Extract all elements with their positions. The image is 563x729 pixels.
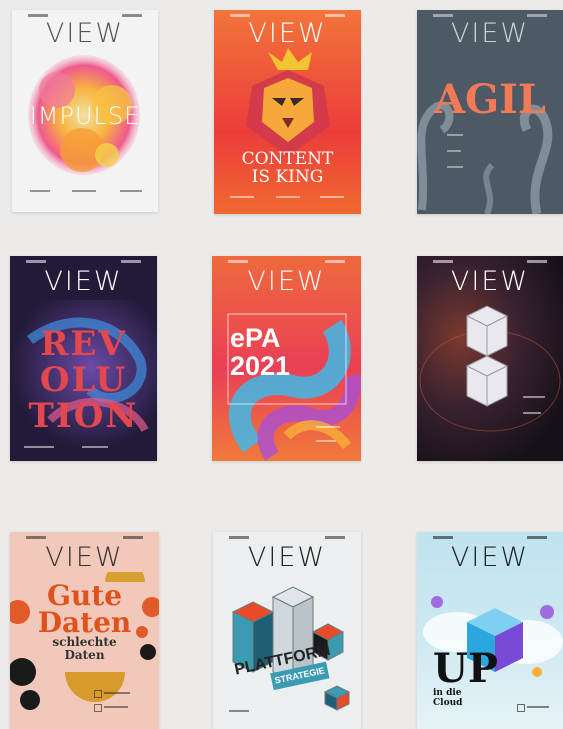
side-text: [447, 134, 463, 136]
issue-meta: [229, 536, 249, 539]
cover-headline: REV OLU TION: [10, 326, 157, 434]
teaser-icon: [94, 690, 102, 698]
headline-line: Daten: [37, 606, 132, 639]
magazine-cover-impulse[interactable]: VIEW IMPULSE: [12, 10, 158, 212]
issue-meta: [527, 536, 547, 539]
magazine-cover-revolution[interactable]: VIEW REV OLU TION: [10, 256, 157, 461]
brand-logo: VIEW: [450, 542, 530, 573]
magazine-cover-content-is-king[interactable]: VIEW CONTENT IS KING: [214, 10, 361, 214]
headline-line: UP: [433, 645, 498, 692]
magazine-cover-plattform-strategie[interactable]: VIEW PLATTFORM STRATEGIE: [213, 532, 361, 729]
cover-headline: Gute Daten schlechte Daten: [10, 582, 159, 662]
magazine-cover-gute-daten[interactable]: VIEW Gute Daten schlechte Daten: [10, 532, 159, 729]
footer-text: [24, 446, 54, 448]
brand-logo: VIEW: [247, 266, 326, 297]
magazine-cover-up-in-die-cloud[interactable]: VIEW UP in die Cloud: [417, 532, 563, 729]
issue-meta: [28, 14, 48, 17]
headline-line: IS KING: [251, 167, 324, 187]
side-text: [447, 166, 463, 168]
lion-illustration: [246, 48, 330, 156]
side-text: [527, 706, 549, 708]
side-text: [104, 692, 130, 694]
headline-line: REV: [40, 324, 127, 364]
headline-line: 2021: [230, 351, 291, 381]
issue-meta: [433, 14, 453, 17]
footer-text: [230, 196, 254, 198]
issue-meta: [433, 536, 453, 539]
footer-text: [320, 196, 344, 198]
brand-logo: VIEW: [450, 18, 530, 49]
headline-line: Gute: [46, 579, 123, 612]
footer-text: [30, 190, 50, 192]
brand-logo: VIEW: [247, 542, 327, 573]
side-text: [104, 706, 128, 708]
side-text: [523, 396, 545, 398]
issue-meta: [26, 260, 46, 263]
cover-headline: CONTENT IS KING: [214, 150, 361, 186]
issue-meta: [527, 14, 547, 17]
cover-headline: 2020: [417, 366, 563, 377]
issue-meta: [325, 14, 345, 17]
magazine-cover-epa-2021[interactable]: VIEW ePA 2021: [212, 256, 361, 461]
issue-meta: [325, 260, 345, 263]
footer-text: [82, 446, 108, 448]
issue-meta: [123, 536, 143, 539]
headline-line: Daten: [64, 648, 105, 662]
side-text: [316, 426, 340, 428]
footer-text: [229, 710, 249, 712]
issue-meta: [230, 14, 250, 17]
headline-line: TION: [28, 396, 139, 436]
side-text: [316, 440, 336, 442]
cover-headline: UP in die Cloud: [433, 645, 498, 709]
headline-line: OLU: [39, 360, 128, 400]
brand-logo: VIEW: [45, 18, 125, 49]
headline-line: Cloud: [433, 698, 463, 708]
isometric-2020-illustration: [419, 305, 561, 432]
issue-meta: [26, 536, 46, 539]
issue-meta: [121, 260, 141, 263]
side-text: [447, 150, 461, 152]
brand-logo: VIEW: [450, 266, 530, 297]
brand-logo: VIEW: [45, 542, 124, 573]
brand-logo: VIEW: [44, 266, 123, 297]
headline-line: CONTENT: [241, 149, 334, 169]
cover-headline: ePA 2021: [230, 324, 290, 380]
brand-logo: VIEW: [248, 18, 327, 49]
magazine-cover-agil[interactable]: VIEW AGIL: [417, 10, 563, 214]
footer-text: [276, 196, 300, 198]
footer-text: [120, 190, 142, 192]
cover-headline: IMPULSE: [29, 102, 141, 130]
issue-meta: [228, 260, 248, 263]
teaser-icon: [94, 704, 102, 712]
magazine-cover-2020[interactable]: VIEW 2020: [417, 256, 563, 461]
cover-headline: AGIL: [433, 76, 547, 123]
headline-line: ePA: [230, 323, 281, 353]
tentacle-illustration: [417, 101, 553, 214]
side-text: [523, 412, 541, 414]
teaser-icon: [517, 704, 525, 712]
issue-meta: [122, 14, 142, 17]
issue-meta: [433, 260, 453, 263]
issue-meta: [325, 536, 345, 539]
footer-text: [72, 190, 96, 192]
issue-meta: [527, 260, 547, 263]
